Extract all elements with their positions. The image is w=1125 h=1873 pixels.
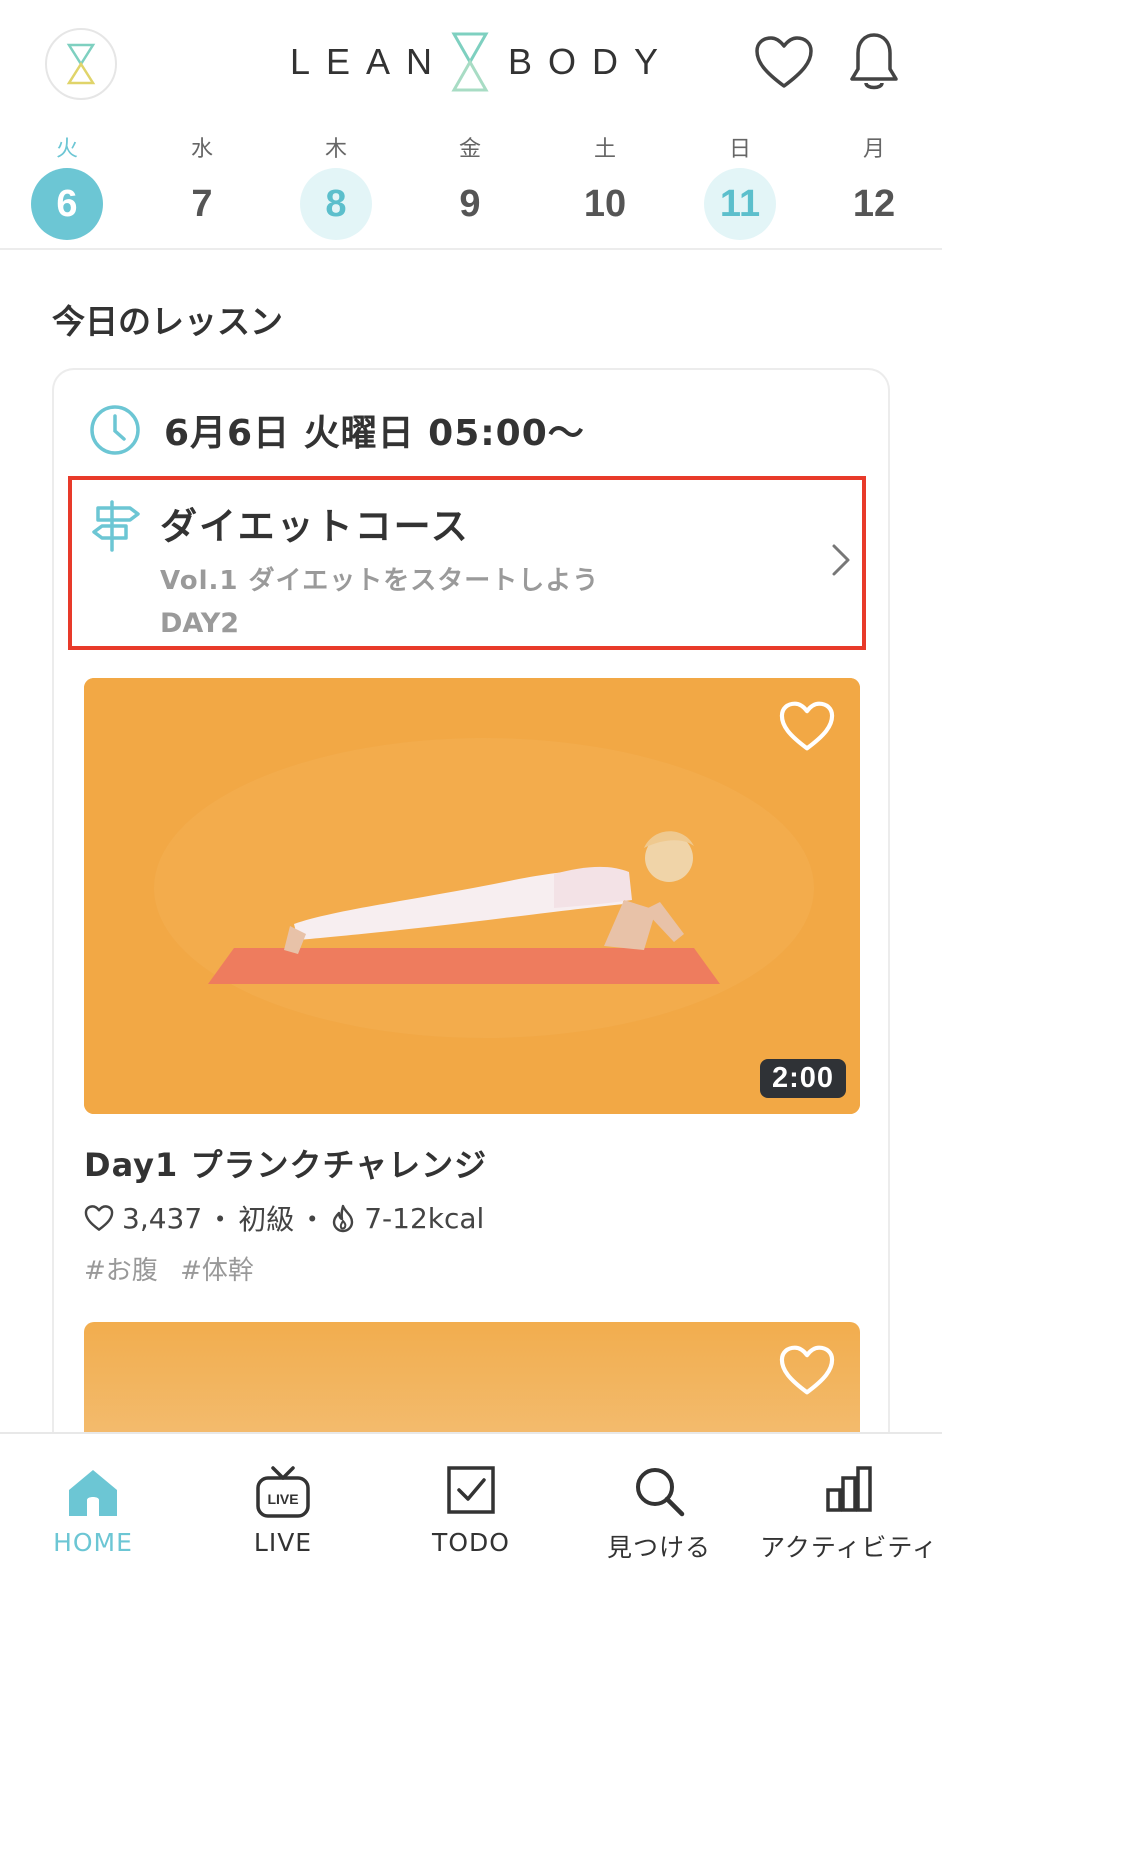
brand-left: LEAN xyxy=(290,41,449,82)
section-title: 今日のレッスン xyxy=(52,302,283,341)
bell-icon xyxy=(850,33,898,90)
date-item[interactable]: 火 6 xyxy=(27,130,107,245)
heart-icon xyxy=(755,36,813,88)
heart-icon xyxy=(779,701,835,751)
brand-logo: LEAN BODY xyxy=(290,28,674,96)
day-of-week: 日 xyxy=(728,137,751,162)
tab-label: LIVE xyxy=(253,1528,313,1557)
tab-label: TODO xyxy=(432,1528,510,1557)
heart-icon xyxy=(779,1345,835,1395)
chevron-right-icon xyxy=(832,544,850,576)
hourglass-brand-icon xyxy=(451,32,489,92)
schedule-datetime: 6月6日 火曜日 05:00〜 xyxy=(164,413,585,454)
plank-pose-illustration xyxy=(84,678,860,1114)
course-day: DAY2 xyxy=(160,608,240,639)
lesson-meta: 3,437 ・ 初級 ・ 7-12kcal xyxy=(84,1200,484,1236)
date-item[interactable]: 金 9 xyxy=(430,130,510,245)
clock-icon xyxy=(90,405,140,455)
tab-activity[interactable]: アクティビティ xyxy=(760,1434,938,1570)
course-title: ダイエットコース xyxy=(160,505,470,548)
brand-right: BODY xyxy=(508,41,675,82)
day-of-week: 火 xyxy=(55,137,78,162)
tag[interactable]: #お腹 xyxy=(84,1256,158,1286)
lesson-title[interactable]: Day1 プランクチャレンジ xyxy=(84,1140,487,1186)
date-item[interactable]: 木 8 xyxy=(296,130,376,245)
lesson-calories: 7-12kcal xyxy=(364,1201,485,1235)
svg-text:LIVE: LIVE xyxy=(267,1491,298,1507)
bottom-tab-bar: HOME LIVE LIVE TODO 見つける アクティビティ xyxy=(0,1432,942,1568)
meta-separator: ・ xyxy=(206,1203,235,1236)
day-number: 11 xyxy=(704,168,776,240)
day-of-week: 水 xyxy=(190,137,213,162)
tab-discover[interactable]: 見つける xyxy=(594,1434,724,1570)
tab-todo[interactable]: TODO xyxy=(406,1434,536,1570)
signpost-icon xyxy=(92,500,140,552)
hourglass-logo-icon xyxy=(66,43,96,85)
day-number: 10 xyxy=(583,183,627,225)
lesson-schedule: 6月6日 火曜日 05:00〜 xyxy=(88,400,585,460)
tab-label: 見つける xyxy=(606,1533,711,1562)
day-number: 6 xyxy=(31,168,103,240)
app-header: LEAN BODY xyxy=(0,0,942,125)
day-of-week: 月 xyxy=(862,137,885,162)
date-item[interactable]: 水 7 xyxy=(162,130,242,245)
tab-home[interactable]: HOME xyxy=(28,1434,158,1570)
bar-chart-icon xyxy=(826,1466,872,1512)
tag[interactable]: #体幹 xyxy=(180,1256,254,1286)
course-subtitle: Vol.1 ダイエットをスタートしよう xyxy=(160,566,600,596)
lesson-level: 初級 xyxy=(238,1203,295,1236)
lesson-tags: #お腹 #体幹 xyxy=(84,1250,268,1287)
tab-live[interactable]: LIVE LIVE xyxy=(218,1434,348,1570)
search-icon xyxy=(636,1468,685,1517)
day-number: 12 xyxy=(852,183,896,225)
video-favorite-button[interactable] xyxy=(778,700,836,756)
lesson-card: 6月6日 火曜日 05:00〜 ダイエットコース Vol.1 ダイエットをスター… xyxy=(52,368,890,1568)
day-of-week: 土 xyxy=(593,137,616,162)
day-number: 8 xyxy=(300,168,372,240)
lesson-video-thumbnail[interactable]: 2:00 xyxy=(84,678,860,1114)
week-date-selector: 火 6 水 7 木 8 金 9 土 10 日 11 月 12 xyxy=(0,130,942,250)
notifications-button[interactable] xyxy=(842,30,906,94)
day-of-week: 金 xyxy=(458,137,481,162)
video-favorite-button[interactable] xyxy=(778,1344,836,1400)
flame-icon xyxy=(333,1204,354,1233)
date-item[interactable]: 日 11 xyxy=(700,130,780,245)
course-row[interactable]: ダイエットコース Vol.1 ダイエットをスタートしよう DAY2 xyxy=(68,476,866,650)
heart-outline-icon xyxy=(84,1205,114,1231)
live-tv-icon: LIVE xyxy=(256,1466,310,1518)
meta-separator: ・ xyxy=(298,1203,327,1236)
tab-label: アクティビティ xyxy=(760,1533,938,1562)
profile-avatar[interactable] xyxy=(45,28,117,100)
favorites-button[interactable] xyxy=(752,30,816,94)
checkbox-icon xyxy=(447,1466,495,1514)
like-count: 3,437 xyxy=(122,1201,203,1235)
tab-label: HOME xyxy=(53,1528,133,1557)
home-icon xyxy=(69,1470,117,1516)
video-duration: 2:00 xyxy=(759,1059,846,1098)
day-number: 7 xyxy=(191,183,213,225)
date-item[interactable]: 土 10 xyxy=(565,130,645,245)
day-number: 9 xyxy=(459,183,481,225)
date-item[interactable]: 月 12 xyxy=(834,130,914,245)
day-of-week: 木 xyxy=(324,137,347,162)
